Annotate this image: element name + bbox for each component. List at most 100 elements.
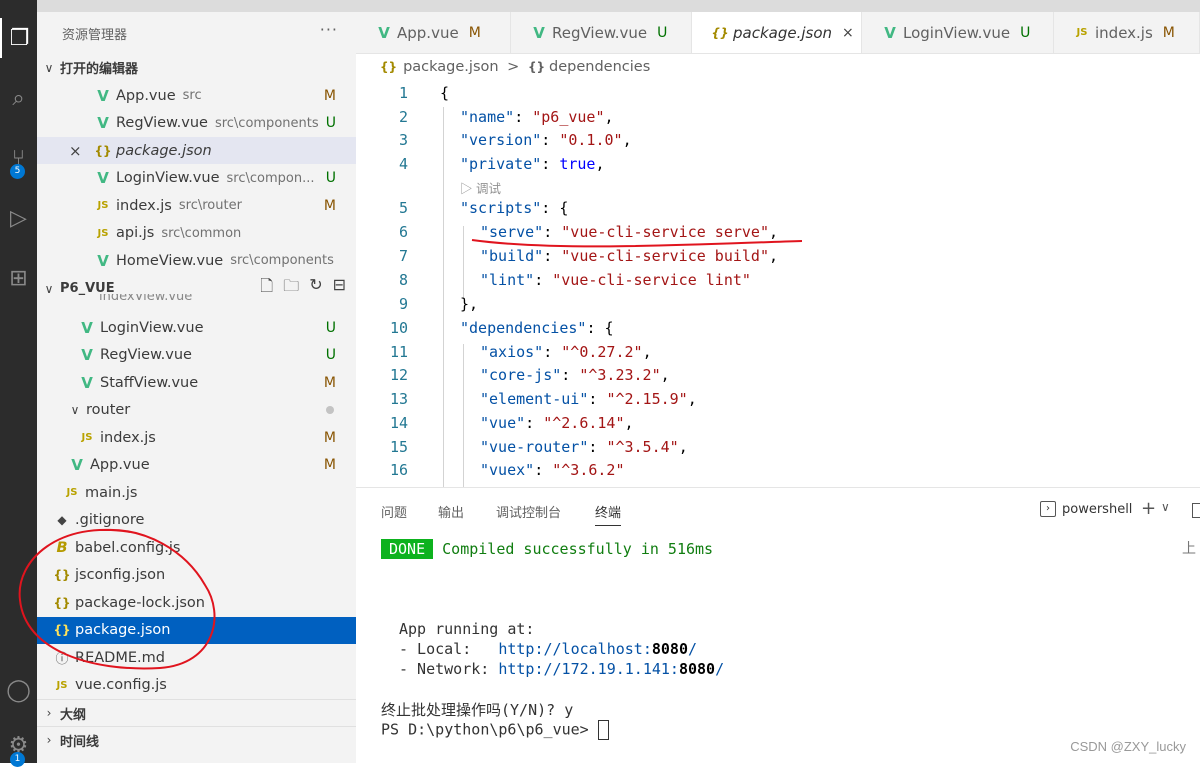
file-name: jsconfig.json xyxy=(75,567,166,583)
editor-tab[interactable]: V App.vue M xyxy=(356,12,511,53)
chevron-right-icon: › xyxy=(46,706,52,720)
tab-debug-console[interactable]: 调试控制台 xyxy=(496,502,561,521)
code-line-4: "private": true, xyxy=(460,155,605,173)
file-item[interactable]: Bbabel.config.js xyxy=(37,534,356,561)
tab-terminal[interactable]: 终端 xyxy=(595,502,622,526)
editor-tab[interactable]: {} package.json × xyxy=(692,12,862,53)
vue-icon: V xyxy=(97,169,109,187)
breadcrumb-file[interactable]: package.json xyxy=(403,59,498,75)
file-item[interactable]: JS index.js M xyxy=(37,424,356,451)
git-status-badge: M xyxy=(323,374,336,391)
split-terminal-icon[interactable] xyxy=(1192,503,1200,518)
code-line-15: "vue-router": "^3.5.4", xyxy=(480,438,688,456)
ps-prompt-line[interactable]: PS D:\python\p6\p6_vue> xyxy=(381,720,609,740)
file-item[interactable]: V RegView.vue U xyxy=(37,342,356,369)
close-tab-icon[interactable]: × xyxy=(842,25,854,41)
file-name: main.js xyxy=(85,484,138,501)
line-number: 15 xyxy=(389,438,408,456)
chevron-right-icon: › xyxy=(46,733,52,747)
terminate-prompt: 终止批处理操作吗(Y/N)? y xyxy=(381,701,574,719)
timeline-header[interactable]: › 时间线 xyxy=(37,726,356,753)
search-icon[interactable]: ⌕ xyxy=(0,78,37,118)
vue-icon: V xyxy=(81,318,93,337)
open-editor-item[interactable]: V App.vue src M xyxy=(37,82,356,109)
open-editor-name: LoginView.vue xyxy=(116,170,220,186)
file-name: package-lock.json xyxy=(75,594,205,611)
file-item[interactable]: {} jsconfig.json xyxy=(37,562,356,589)
code-line-3: "version": "0.1.0", xyxy=(460,131,632,149)
folder-item[interactable]: ∨ router xyxy=(37,397,356,424)
editor-tab[interactable]: V LoginView.vue U xyxy=(862,12,1054,53)
terminal-shell-selector[interactable]: › powershell xyxy=(1040,501,1132,517)
code-line-11: "axios": "^0.27.2", xyxy=(480,343,652,361)
chevron-down-icon: ∨ xyxy=(70,403,80,417)
chevron-down-icon: ∨ xyxy=(44,60,54,75)
javascript-icon: JS xyxy=(97,227,109,239)
network-url: http://172.19.1.141: xyxy=(498,660,679,678)
editor-tab[interactable]: V RegView.vue U xyxy=(511,12,692,53)
code-editor[interactable]: {} package.json > {} dependencies 1 { 2 "n… xyxy=(356,54,1200,489)
debug-codelens[interactable]: ▷ 调试 xyxy=(460,178,501,197)
line-number: 13 xyxy=(389,390,408,408)
tab-label: LoginView.vue xyxy=(903,23,1011,42)
local-label: - Local: xyxy=(399,640,499,658)
open-editors-header[interactable]: ∨ 打开的编辑器 xyxy=(37,54,356,81)
new-terminal-plus-icon[interactable]: + xyxy=(1141,498,1156,519)
file-name: RegView.vue xyxy=(100,347,192,363)
git-icon: ◆ xyxy=(57,513,67,527)
open-editor-path: src\router xyxy=(178,198,242,213)
network-port: 8080 xyxy=(678,660,716,678)
account-icon[interactable]: ◯ xyxy=(0,670,37,710)
editor-tab[interactable]: JS index.js M xyxy=(1054,12,1200,53)
json-icon: {} xyxy=(711,25,729,40)
chevron-down-icon[interactable]: ∨ xyxy=(1161,500,1170,514)
run-debug-icon[interactable]: ▷ xyxy=(0,198,37,238)
file-item[interactable]: V StaffView.vue M xyxy=(37,369,356,396)
more-actions-icon[interactable]: ··· xyxy=(320,20,338,39)
git-status-badge: U xyxy=(325,319,336,336)
vue-icon: V xyxy=(884,23,896,42)
file-name: App.vue xyxy=(90,457,150,473)
extensions-icon[interactable]: ⊞ xyxy=(0,258,37,298)
file-item[interactable]: V LoginView.vue U xyxy=(37,314,356,341)
file-item[interactable]: JS main.js xyxy=(37,479,356,506)
explorer-sidebar: 资源管理器 ··· ∨ 打开的编辑器 V App.vue src M V RegView.… xyxy=(37,12,356,763)
file-name: LoginView.vue xyxy=(100,319,204,336)
local-url-link[interactable]: http://localhost:8080/ xyxy=(498,640,697,658)
close-icon[interactable]: × xyxy=(69,142,82,160)
open-editor-item[interactable]: V LoginView.vue src\compon... U xyxy=(37,165,356,192)
bottom-panel: 问题 输出 调试控制台 终端 › powershell + ∨ DONE Com… xyxy=(356,487,1200,764)
local-url: http://localhost: xyxy=(498,640,652,658)
open-editor-item[interactable]: JS api.js src\common xyxy=(37,220,356,247)
open-editor-item[interactable]: V HomeView.vue src\components xyxy=(37,247,356,274)
indent-guide xyxy=(463,226,464,298)
line-number: 12 xyxy=(389,366,408,384)
line-number: 4 xyxy=(398,155,408,173)
file-item[interactable]: JS vue.config.js xyxy=(37,672,356,699)
open-editor-item[interactable]: JS index.js src\router M xyxy=(37,192,356,219)
file-item[interactable]: ◆ .gitignore xyxy=(37,507,356,534)
tab-status: U xyxy=(1020,24,1031,41)
file-item[interactable]: ⓘ README.md xyxy=(37,644,356,671)
breadcrumb-node[interactable]: dependencies xyxy=(549,59,650,75)
json-icon: {} xyxy=(53,568,71,582)
file-item[interactable]: V App.vue M xyxy=(37,452,356,479)
code-line-16: "vuex": "^3.6.2" xyxy=(480,461,625,479)
tab-output[interactable]: 输出 xyxy=(438,502,464,521)
file-item[interactable]: {} package-lock.json xyxy=(37,589,356,616)
network-label: - Network: xyxy=(399,660,499,678)
line-number: 5 xyxy=(398,199,408,217)
open-editor-item[interactable]: V RegView.vue src\components U xyxy=(37,110,356,137)
vue-icon: V xyxy=(533,23,545,42)
tab-problems[interactable]: 问题 xyxy=(381,502,407,521)
javascript-icon: JS xyxy=(66,487,78,498)
line-number: 9 xyxy=(398,295,408,313)
open-editor-item[interactable]: × {} package.json xyxy=(37,137,356,164)
open-editor-name: App.vue xyxy=(116,87,176,104)
outline-header[interactable]: › 大纲 xyxy=(37,699,356,726)
vue-icon: V xyxy=(97,251,109,270)
explorer-icon[interactable]: ❐ xyxy=(0,18,37,58)
code-line-8: "lint": "vue-cli-service lint" xyxy=(480,271,751,289)
network-url-link[interactable]: http://172.19.1.141:8080/ xyxy=(498,660,724,678)
file-item[interactable]: {} package.json xyxy=(37,616,356,644)
